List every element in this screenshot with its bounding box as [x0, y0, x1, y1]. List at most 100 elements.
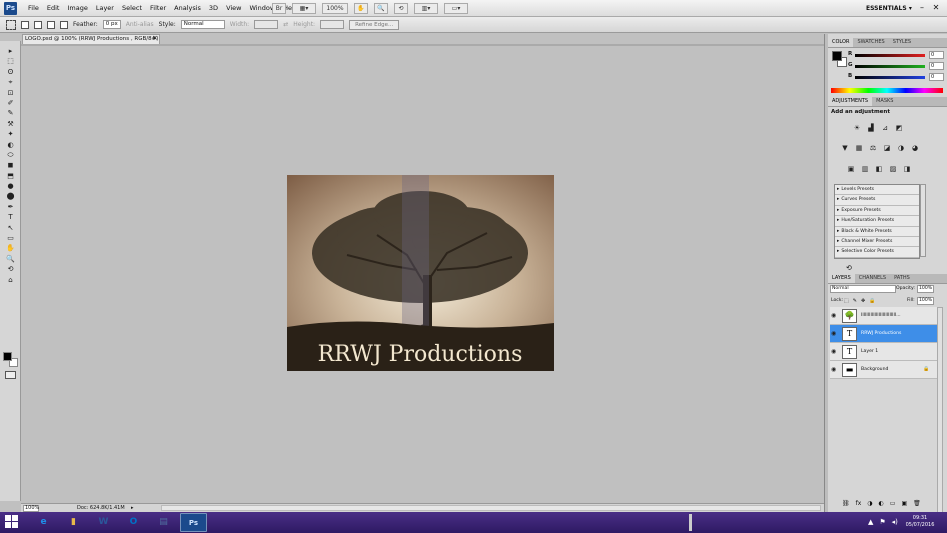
tool-19-icon[interactable]: ▭ [3, 233, 18, 243]
layers-footer-7-icon[interactable]: 🗑 [913, 500, 921, 508]
opacity-input[interactable]: 100% [917, 285, 934, 293]
fill-input[interactable]: 100% [917, 297, 934, 305]
preset-item[interactable]: ▸ Hue/Saturation Presets [835, 216, 919, 227]
height-input[interactable] [320, 20, 345, 29]
slider-track[interactable] [855, 76, 925, 79]
tool-14-icon[interactable]: ● [3, 181, 18, 191]
width-input[interactable] [254, 20, 279, 29]
tool-4-icon[interactable]: ⌖ [3, 77, 18, 87]
color-spectrum-bar[interactable] [831, 88, 943, 93]
document-tab[interactable]: LOGO.psd @ 100% (RRWJ Productions , RGB/… [22, 34, 160, 44]
panel-foreground-swatch[interactable] [832, 51, 842, 61]
layers-tab-layers[interactable]: LAYERS [828, 274, 855, 283]
preset-item[interactable]: ▸ Channel Mixer Presets [835, 237, 919, 248]
launch-bridge-icon[interactable]: Br [272, 3, 286, 14]
menu-view[interactable]: View [222, 0, 245, 17]
layers-footer-3-icon[interactable]: ◑ [867, 500, 872, 508]
tool-16-icon[interactable]: ✒ [3, 202, 18, 212]
tool-1-icon[interactable]: ▸ [3, 46, 18, 56]
adjustment-3-5-icon[interactable]: ◨ [902, 165, 912, 174]
color-tab-styles[interactable]: STYLES [889, 38, 915, 47]
layers-tab-paths[interactable]: PATHS [890, 274, 914, 283]
intersect-selection-icon[interactable] [60, 20, 68, 29]
menu-select[interactable]: Select [118, 0, 146, 17]
menu-layer[interactable]: Layer [92, 0, 118, 17]
layers-tab-channels[interactable]: CHANNELS [855, 274, 890, 283]
lock-option-1-icon[interactable]: ⬚ [844, 297, 849, 305]
canvas-image[interactable]: RRWJ Productions [287, 175, 554, 371]
minimize-button[interactable]: – [918, 2, 926, 14]
arrange-documents-icon[interactable]: ▥▾ [414, 3, 438, 14]
rotate-view-icon[interactable]: ⟲ [394, 3, 408, 14]
tab-close-icon[interactable]: × [152, 34, 158, 43]
layers-footer-5-icon[interactable]: ▭ [890, 500, 896, 508]
menu-3d[interactable]: 3D [205, 0, 222, 17]
view-extras-icon[interactable]: ▦▾ [292, 3, 316, 14]
adjustment-3-1-icon[interactable]: ▣ [846, 165, 856, 174]
new-selection-icon[interactable] [21, 20, 29, 29]
layer-row[interactable]: ◉ T RRWJ Productions [830, 325, 937, 343]
menu-file[interactable]: File [24, 0, 43, 17]
layer-row[interactable]: ◉ ▬ Background 🔒 [830, 361, 937, 379]
tool-22-icon[interactable]: ⟲ [3, 264, 18, 274]
adjustment-2-6-icon[interactable]: ◕ [910, 144, 920, 153]
photoshop-logo[interactable]: Ps [4, 2, 17, 15]
tool-7-icon[interactable]: ✎ [3, 108, 18, 118]
tool-17-icon[interactable]: T [3, 212, 18, 222]
workspace-switcher[interactable]: ESSENTIALS ▾ [866, 0, 912, 17]
tool-23-icon[interactable]: ⌂ [3, 275, 18, 285]
adjustment-3-4-icon[interactable]: ▨ [888, 165, 898, 174]
adjustment-2-3-icon[interactable]: ⚖ [868, 144, 878, 153]
tool-13-icon[interactable]: ⬒ [3, 171, 18, 181]
lock-option-2-icon[interactable]: ✎ [853, 297, 857, 305]
slider-value-input[interactable]: 0 [929, 73, 944, 81]
preset-item[interactable]: ▸ Selective Color Presets [835, 247, 919, 258]
tool-21-icon[interactable]: 🔍 [3, 254, 18, 264]
add-selection-icon[interactable] [34, 20, 42, 29]
visibility-eye-icon[interactable]: ◉ [831, 329, 839, 338]
tray-1-icon[interactable]: ▲ [868, 516, 873, 528]
taskbar-app-6[interactable]: Ps [180, 513, 207, 532]
adjustment-1-4-icon[interactable]: ◩ [894, 124, 904, 133]
adjustment-1-3-icon[interactable]: ⊿ [880, 124, 890, 133]
tray-2-icon[interactable]: ⚑ [879, 516, 885, 528]
layers-footer-4-icon[interactable]: ◐ [879, 500, 884, 508]
tool-18-icon[interactable]: ↖ [3, 223, 18, 233]
feather-input[interactable]: 0 px [102, 20, 121, 29]
tray-3-icon[interactable]: ◂) [892, 516, 898, 528]
quick-mask-icon[interactable] [5, 371, 16, 379]
tool-11-icon[interactable]: ⬭ [3, 150, 18, 160]
taskbar-app-1[interactable]: e [30, 513, 57, 532]
screen-mode-icon[interactable]: ▭▾ [444, 3, 468, 14]
layers-footer-6-icon[interactable]: ▣ [901, 500, 907, 508]
hand-tool-icon[interactable]: ✋ [354, 3, 368, 14]
visibility-eye-icon[interactable]: ◉ [831, 347, 839, 356]
adjustments-tab-adjustments[interactable]: ADJUSTMENTS [828, 97, 873, 106]
clock[interactable]: 09:31 05/07/2016 [902, 515, 938, 529]
marquee-preset-icon[interactable] [6, 19, 16, 30]
layers-scrollbar[interactable] [937, 307, 943, 532]
slider-track[interactable] [855, 54, 925, 57]
menu-image[interactable]: Image [63, 0, 91, 17]
horizontal-scrollbar[interactable] [161, 505, 821, 511]
taskbar-app-5[interactable]: ▤ [150, 513, 177, 532]
preset-item[interactable]: ▸ Exposure Presets [835, 206, 919, 217]
tool-2-icon[interactable]: ⬚ [3, 56, 18, 66]
adjustment-2-1-icon[interactable]: ▼ [840, 144, 850, 153]
zoom-status-field[interactable]: 100% [23, 505, 39, 512]
adjustment-return-icon[interactable]: ⟲ [846, 264, 852, 272]
taskbar-app-2[interactable]: ▮ [60, 513, 87, 532]
tool-9-icon[interactable]: ✦ [3, 129, 18, 139]
tool-10-icon[interactable]: ◐ [3, 140, 18, 150]
adjustment-1-1-icon[interactable]: ☀ [852, 124, 862, 133]
blend-mode-select[interactable]: Normal [830, 285, 896, 293]
taskbar-app-3[interactable]: W [90, 513, 117, 532]
tool-15-icon[interactable]: ⬤ [3, 191, 18, 201]
taskbar-app-4[interactable]: O [120, 513, 147, 532]
zoom-tool-icon[interactable]: 🔍 [374, 3, 388, 14]
adjustment-3-3-icon[interactable]: ◧ [874, 165, 884, 174]
visibility-eye-icon[interactable]: ◉ [831, 365, 839, 374]
tool-8-icon[interactable]: ⚒ [3, 119, 18, 129]
zoom-level-select[interactable]: 100% [322, 3, 348, 14]
foreground-color-swatch[interactable] [3, 352, 12, 361]
